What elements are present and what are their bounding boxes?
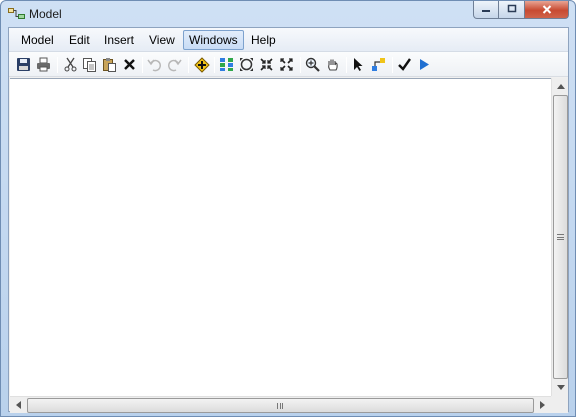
menu-edit[interactable]: Edit (63, 30, 96, 50)
menu-label: Insert (104, 33, 135, 47)
fixed-zoom-out-icon (279, 57, 294, 72)
arrow-left-icon (16, 400, 21, 411)
horizontal-scroll-thumb[interactable] (27, 398, 534, 413)
validate-icon (397, 57, 412, 72)
model-window: Model Model Edit Insert View Windows Hel… (0, 0, 576, 417)
client-area: Model Edit Insert View Windows Help (8, 27, 569, 413)
redo-icon (167, 57, 182, 72)
scroll-right-button[interactable] (534, 397, 551, 414)
menu-model[interactable]: Model (15, 30, 60, 50)
grip-icon (277, 403, 283, 409)
close-icon (542, 3, 552, 17)
cut-button[interactable] (62, 56, 79, 73)
vertical-scroll-thumb[interactable] (553, 95, 568, 379)
redo-button[interactable] (166, 56, 183, 73)
menu-insert[interactable]: Insert (98, 30, 140, 50)
zoom-in-icon (305, 57, 320, 72)
minimize-icon (481, 4, 491, 16)
maximize-icon (507, 4, 517, 16)
toolbar-separator (142, 57, 143, 73)
copy-button[interactable] (81, 56, 98, 73)
scroll-down-button[interactable] (552, 379, 569, 396)
toolbar-separator (300, 57, 301, 73)
toolbar-separator (346, 57, 347, 73)
title-bar[interactable]: Model (1, 1, 575, 27)
auto-layout-button[interactable] (218, 56, 235, 73)
scroll-corner (551, 396, 568, 413)
arrow-down-icon (556, 383, 565, 392)
full-extent-button[interactable] (238, 56, 255, 73)
model-canvas[interactable] (10, 78, 551, 396)
scroll-left-button[interactable] (10, 397, 27, 414)
add-data-button[interactable] (193, 56, 210, 73)
pan-icon (325, 57, 340, 72)
fixed-zoom-in-icon (259, 57, 274, 72)
save-button[interactable] (15, 56, 32, 73)
caption-buttons (473, 1, 569, 19)
horizontal-scrollbar[interactable] (10, 396, 551, 413)
window-title: Model (29, 7, 62, 21)
select-icon (351, 57, 366, 72)
add-data-icon (193, 56, 210, 73)
menu-label: View (149, 33, 175, 47)
delete-button[interactable] (121, 56, 138, 73)
validate-button[interactable] (396, 56, 413, 73)
model-builder-icon (8, 6, 26, 22)
menu-windows[interactable]: Windows (183, 30, 244, 50)
grip-icon (557, 234, 564, 240)
vertical-scrollbar[interactable] (551, 78, 568, 396)
paste-icon (102, 57, 117, 72)
toolbar (9, 52, 568, 77)
paste-button[interactable] (101, 56, 118, 73)
full-extent-icon (239, 57, 254, 72)
fixed-zoom-out-button[interactable] (278, 56, 295, 73)
menu-label: Edit (69, 33, 90, 47)
connect-button[interactable] (370, 56, 387, 73)
auto-layout-icon (219, 57, 234, 72)
undo-icon (147, 57, 162, 72)
run-button[interactable] (416, 56, 433, 73)
undo-button[interactable] (146, 56, 163, 73)
select-button[interactable] (350, 56, 367, 73)
arrow-right-icon (540, 400, 545, 411)
connect-icon (371, 57, 386, 72)
maximize-button[interactable] (499, 1, 525, 19)
copy-icon (82, 57, 97, 72)
zoom-in-button[interactable] (304, 56, 321, 73)
toolbar-separator (214, 57, 215, 73)
menu-label: Help (251, 33, 276, 47)
menu-view[interactable]: View (143, 30, 181, 50)
close-button[interactable] (525, 1, 569, 19)
scroll-up-button[interactable] (552, 78, 569, 95)
menu-bar: Model Edit Insert View Windows Help (9, 28, 568, 52)
minimize-button[interactable] (473, 1, 499, 19)
print-icon (36, 57, 51, 72)
cut-icon (63, 57, 78, 72)
pan-button[interactable] (324, 56, 341, 73)
save-icon (16, 57, 31, 72)
print-button[interactable] (35, 56, 52, 73)
delete-icon (123, 58, 136, 71)
menu-label: Windows (189, 33, 238, 47)
toolbar-separator (392, 57, 393, 73)
arrow-up-icon (556, 82, 565, 91)
menu-label: Model (21, 33, 54, 47)
toolbar-separator (57, 57, 58, 73)
fixed-zoom-in-button[interactable] (258, 56, 275, 73)
toolbar-separator (188, 57, 189, 73)
menu-help[interactable]: Help (245, 30, 282, 50)
run-icon (417, 57, 432, 72)
